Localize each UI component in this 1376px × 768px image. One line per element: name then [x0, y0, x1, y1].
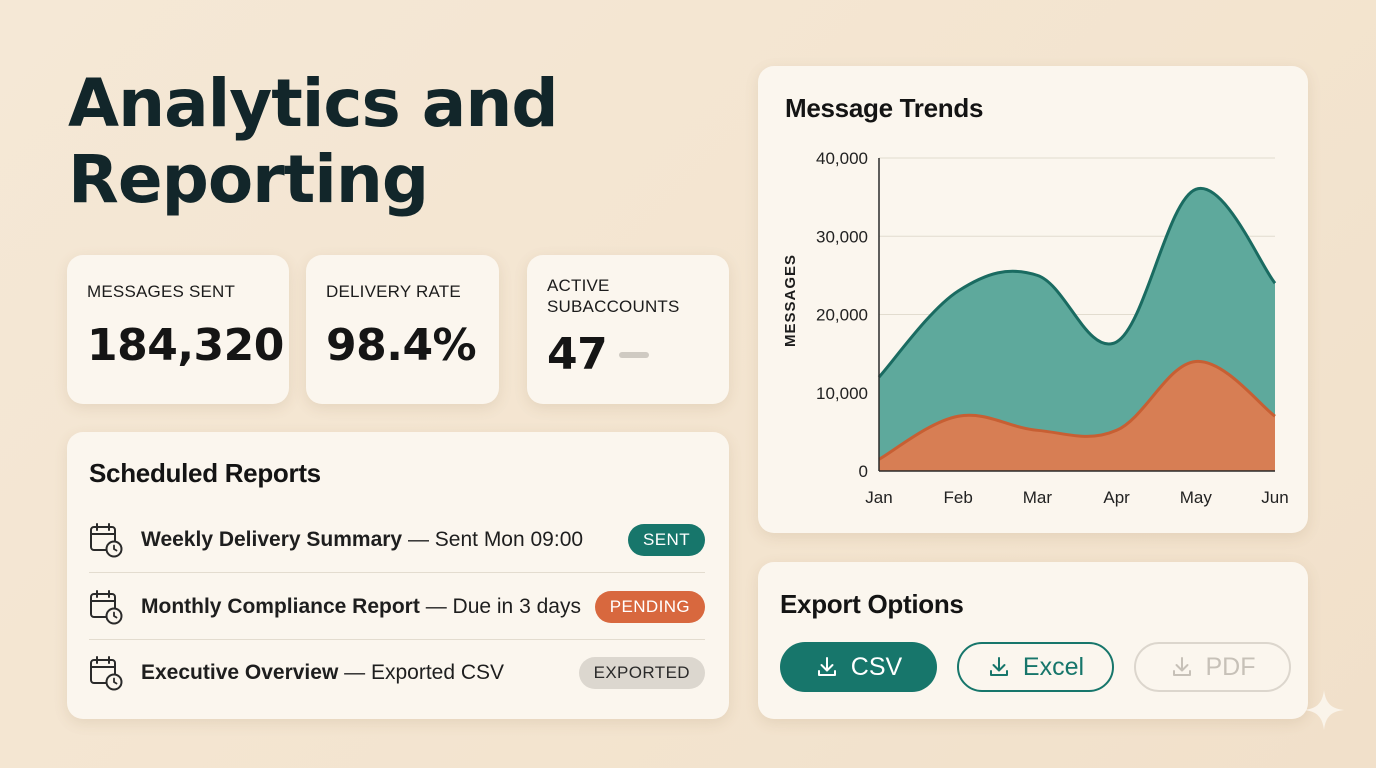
y-tick-label: 20,000: [816, 306, 868, 325]
export-csv-label: CSV: [850, 652, 903, 681]
x-tick-label: May: [1180, 488, 1213, 507]
message-trends-card: Message Trends 0 10,000 20,000 30,000 40,000…: [758, 66, 1308, 533]
calendar-clock-icon: [90, 590, 123, 625]
report-name: Weekly Delivery Summary: [141, 528, 403, 551]
metric-value: 184,320: [87, 320, 284, 371]
divider: [89, 572, 705, 573]
page-title-line-2: Reporting: [68, 141, 429, 218]
page-title-line-1: Analytics and: [68, 65, 559, 142]
export-csv-button[interactable]: CSV: [780, 642, 937, 692]
calendar-clock-icon: [90, 523, 123, 558]
report-row[interactable]: Executive Overview — Exported CSV EXPORT…: [89, 640, 705, 706]
report-text: Weekly Delivery Summary — Sent Mon 09:00: [141, 528, 628, 552]
page-title: Analytics and Reporting: [68, 65, 559, 218]
message-trends-chart: 0 10,000 20,000 30,000 40,000 Jan Feb Mar Apr May…: [782, 149, 1289, 507]
report-text: Monthly Compliance Report — Due in 3 day…: [141, 595, 595, 619]
scheduled-reports-title: Scheduled Reports: [89, 458, 321, 488]
y-tick-label: 40,000: [816, 149, 868, 168]
report-name: Monthly Compliance Report: [141, 595, 420, 618]
metric-label: DELIVERY RATE: [326, 282, 461, 301]
export-excel-label: Excel: [1022, 652, 1085, 681]
y-axis-label: MESSAGES: [782, 254, 799, 347]
x-tick-label: Jun: [1261, 488, 1288, 507]
metric-value: 98.4%: [326, 320, 477, 371]
export-pdf-label: PDF: [1205, 652, 1256, 681]
download-icon: [1172, 657, 1191, 676]
report-name: Executive Overview: [141, 661, 339, 684]
report-detail: — Due in 3 days: [419, 595, 581, 618]
status-badge: EXPORTED: [578, 657, 705, 689]
trend-flat-icon: [619, 351, 650, 358]
status-badge: PENDING: [594, 591, 705, 623]
download-icon: [989, 657, 1008, 676]
metric-label: MESSAGES SENT: [87, 282, 236, 301]
export-pdf-button[interactable]: PDF: [1134, 642, 1291, 692]
report-row[interactable]: Weekly Delivery Summary — Sent Mon 09:00…: [89, 507, 705, 573]
x-tick-label: Apr: [1103, 488, 1130, 507]
calendar-clock-icon: [90, 656, 123, 691]
metric-label: ACTIVE SUBACCOUNTS: [547, 275, 709, 317]
report-detail: — Sent Mon 09:00: [402, 528, 584, 551]
metric-card-delivery-rate: DELIVERY RATE 98.4%: [306, 255, 499, 404]
metric-label-line-1: ACTIVE: [547, 276, 610, 295]
y-tick-label: 0: [859, 462, 868, 481]
status-badge: SENT: [628, 524, 705, 556]
report-text: Executive Overview — Exported CSV: [141, 661, 579, 685]
y-tick-label: 10,000: [816, 384, 868, 403]
scheduled-reports-card: Scheduled Reports Weekly Delivery Summar…: [67, 432, 729, 719]
report-row[interactable]: Monthly Compliance Report — Due in 3 day…: [89, 574, 705, 640]
download-icon: [817, 657, 836, 676]
y-tick-label: 30,000: [816, 227, 868, 246]
x-tick-label: Jan: [865, 488, 892, 507]
export-options-title: Export Options: [780, 589, 964, 619]
metric-label-line-2: SUBACCOUNTS: [547, 297, 680, 316]
export-excel-button[interactable]: Excel: [957, 642, 1114, 692]
metric-value: 47: [547, 329, 608, 380]
report-detail: — Exported CSV: [338, 661, 505, 684]
sparkle-icon: [1304, 690, 1344, 730]
x-tick-label: Mar: [1023, 488, 1053, 507]
x-tick-label: Feb: [944, 488, 973, 507]
export-options-card: Export Options: [758, 562, 1308, 719]
metric-card-active-subaccounts: ACTIVE SUBACCOUNTS 47: [527, 255, 729, 404]
metric-card-messages-sent: MESSAGES SENT 184,320: [67, 255, 289, 404]
